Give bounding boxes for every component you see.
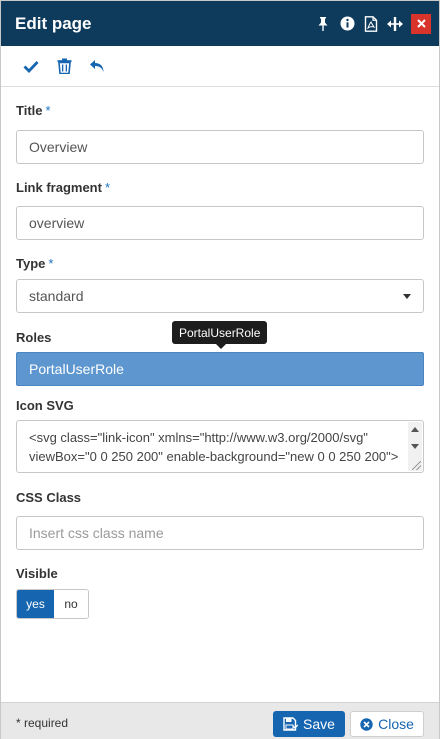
scroll-down-icon[interactable] bbox=[411, 444, 419, 449]
roles-label-text: Roles bbox=[16, 330, 52, 345]
close-button[interactable]: Close bbox=[350, 711, 424, 737]
title-label-text: Title bbox=[16, 103, 43, 118]
type-select-value: standard bbox=[29, 288, 84, 304]
visible-yes-option[interactable]: yes bbox=[17, 590, 54, 618]
action-toolbar bbox=[1, 46, 439, 87]
required-mark: * bbox=[45, 103, 51, 118]
css-class-label-text: CSS Class bbox=[16, 490, 82, 505]
title-input[interactable]: Overview bbox=[16, 130, 424, 164]
css-class-label: CSS Class bbox=[16, 490, 81, 505]
check-icon[interactable] bbox=[21, 56, 41, 76]
role-tooltip-text: PortalUserRole bbox=[179, 325, 261, 340]
title-input-value: Overview bbox=[29, 139, 88, 155]
trash-icon[interactable] bbox=[54, 56, 74, 76]
link-fragment-label: Link fragment * bbox=[16, 180, 110, 195]
required-mark: * bbox=[104, 180, 111, 195]
undo-icon[interactable] bbox=[87, 56, 107, 76]
required-note: * required bbox=[16, 716, 69, 730]
close-button-label: Close bbox=[378, 716, 414, 732]
icon-svg-textarea-value: <svg class="link-icon" xmlns="http://www… bbox=[29, 430, 399, 464]
required-mark: * bbox=[48, 256, 54, 271]
close-circle-icon bbox=[360, 717, 373, 731]
visible-toggle: yes no bbox=[16, 589, 89, 619]
title-label: Title * bbox=[16, 103, 51, 118]
chevron-down-icon bbox=[403, 294, 411, 299]
panel-footer: * required Save Close bbox=[1, 702, 439, 739]
link-fragment-input[interactable]: overview bbox=[16, 206, 424, 240]
visible-label: Visible bbox=[16, 566, 58, 581]
icon-svg-label: Icon SVG bbox=[16, 398, 74, 413]
panel-header: Edit page bbox=[1, 1, 439, 46]
edit-page-panel: Edit page Title * Overview Link fragment… bbox=[0, 0, 440, 739]
pdf-icon[interactable] bbox=[359, 12, 383, 36]
type-label: Type * bbox=[16, 256, 53, 271]
save-button-label: Save bbox=[303, 716, 335, 732]
icon-svg-textarea[interactable]: <svg class="link-icon" xmlns="http://www… bbox=[16, 420, 424, 473]
link-fragment-input-value: overview bbox=[29, 215, 85, 231]
roles-label: Roles bbox=[16, 330, 51, 345]
info-icon[interactable] bbox=[335, 12, 359, 36]
resize-width-icon[interactable] bbox=[383, 12, 407, 36]
role-option-selected[interactable]: PortalUserRole bbox=[16, 352, 424, 386]
type-select[interactable]: standard bbox=[16, 279, 424, 313]
header-actions bbox=[311, 1, 439, 46]
pin-icon[interactable] bbox=[311, 12, 335, 36]
visible-label-text: Visible bbox=[16, 566, 58, 581]
scroll-up-icon[interactable] bbox=[411, 427, 419, 432]
save-icon bbox=[283, 717, 299, 731]
icon-svg-label-text: Icon SVG bbox=[16, 398, 74, 413]
close-icon[interactable] bbox=[411, 13, 431, 34]
role-tooltip: PortalUserRole bbox=[172, 321, 268, 349]
type-label-text: Type bbox=[16, 256, 46, 271]
save-button[interactable]: Save bbox=[273, 711, 345, 737]
role-option-label: PortalUserRole bbox=[29, 361, 124, 377]
css-class-placeholder: Insert css class name bbox=[29, 525, 164, 541]
visible-no-option[interactable]: no bbox=[54, 590, 88, 618]
link-fragment-label-text: Link fragment bbox=[16, 180, 102, 195]
css-class-input[interactable]: Insert css class name bbox=[16, 516, 424, 550]
panel-title: Edit page bbox=[15, 13, 92, 33]
resize-grip-icon[interactable] bbox=[412, 461, 421, 470]
